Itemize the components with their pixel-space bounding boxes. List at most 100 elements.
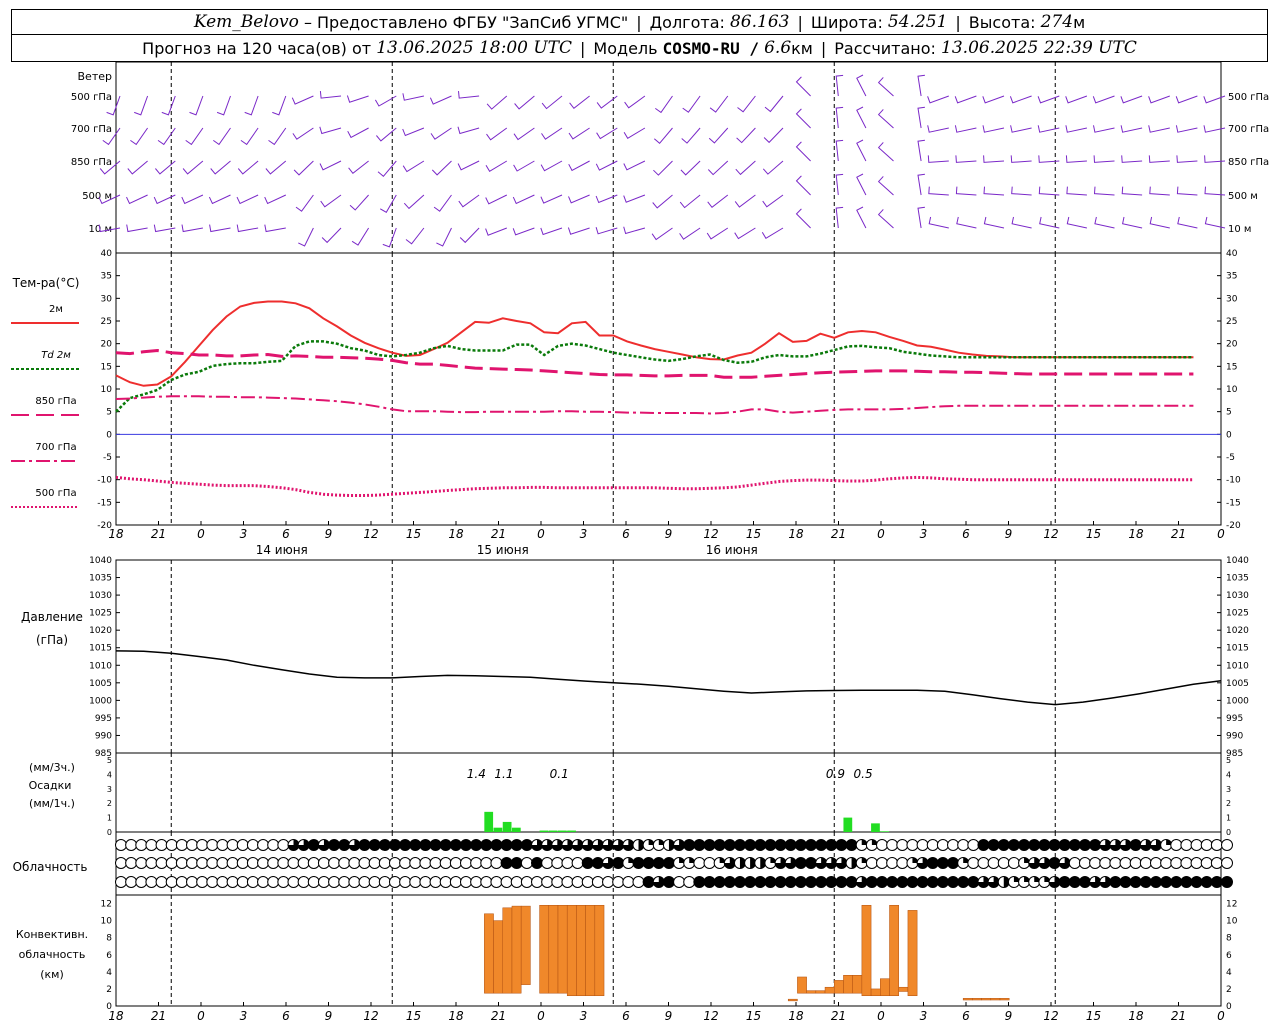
cloud-cover-circle [1109,857,1122,869]
cloud-cover-circle [693,857,706,869]
temp-ytick-left: 20 [101,340,113,350]
x-tick-label-bottom: 18 [448,1009,464,1023]
cloud-cover-circle [257,876,270,888]
cloud-cover-full [734,839,746,851]
wind-barb [1010,155,1032,163]
temp-ytick-left: 10 [101,385,113,395]
cloud-cover-circle [246,857,259,869]
x-tick-label: 21 [831,527,846,541]
conv-ytick-right: 8 [1226,934,1232,944]
wind-barb [376,127,397,142]
wind-barb [1149,216,1170,229]
cloud-cover-full [521,839,533,851]
cloud-cover-circle [531,876,544,888]
wind-barb [402,160,425,173]
legend-label-t2m: 2м [49,304,63,315]
wind-barb [709,95,729,113]
wind-barb [795,76,811,97]
cloud-cover-circle [236,876,249,888]
x-tick-label: 3 [580,527,588,541]
series-t700 [115,395,1194,415]
cloud-cover-full [998,839,1010,851]
cloud-cover-circle [257,857,270,869]
precip-bar [880,831,890,832]
wind-barb [835,74,844,97]
cloud-cover-circle [226,857,239,869]
wind-barb [403,194,425,210]
wind-barb [835,206,844,229]
cloud-cover-full [1120,876,1132,888]
convective-bar [990,998,1001,1001]
wind-barb [1204,155,1226,163]
wind-barb [737,95,756,113]
pressure-ytick-left: 1010 [89,661,112,671]
wind-barb [835,106,844,129]
cloud-cover-circle [1210,839,1223,851]
cloud-cover-circle [246,876,259,888]
cloud-cover-circle [896,839,909,851]
cloud-cover-circle [277,876,290,888]
wind-barb [485,227,507,236]
cloud-cover-circle [1170,857,1183,869]
cloud-cover-circle [459,876,472,888]
precip-label: 0.9 [826,767,845,781]
wind-barb [1011,186,1032,196]
x-tick-label: 18 [788,527,804,541]
cloud-cover-circle [906,839,919,851]
convective-bar [815,990,826,994]
cloud-cover-circle [957,839,970,851]
wind-barb [127,160,148,175]
wind-barb [655,95,673,114]
cloud-cover-circle [1139,857,1152,869]
wind-barb [1121,155,1143,163]
cloud-cover-full [1170,876,1182,888]
wind-barb [348,160,369,175]
cloud-cover-circle [186,876,199,888]
wind-barb [457,126,480,135]
cloud-cover-full [1059,876,1071,888]
temp-ytick-left: 40 [101,249,113,259]
wind-barb [856,106,867,129]
precip-ytick-right: 2 [1226,799,1231,808]
wind-barb [982,125,1005,133]
cloud-cover-full [815,876,827,888]
wind-barb [623,127,646,139]
wind-barb [761,227,784,239]
wind-barb [917,74,925,97]
cloud-cover-circle [490,857,503,869]
cloud-cover-circle [1200,857,1213,869]
wind-barb [402,93,425,101]
conv-ytick-left: 8 [106,934,112,944]
wind-barb [877,109,894,129]
cloud-cover-circle [186,839,199,851]
cloud-cover-full [450,839,462,851]
wind-barb [208,194,231,205]
wind-barb [319,91,342,99]
cloud-cover-circle [520,857,533,869]
cloud-cover-full [480,839,492,851]
wind-barb [213,127,231,146]
cloud-cover-full [1211,876,1223,888]
cloud-cover-circle [287,857,300,869]
wind-barb [955,186,977,196]
precip-ytick-right: 4 [1226,770,1231,779]
cloud-cover-circle [196,839,209,851]
cloud-cover-circle [307,857,320,869]
wind-barb [955,155,977,163]
cloud-cover-circle [216,857,229,869]
cloud-cover-circle [1149,857,1162,869]
pressure-ytick-right: 1010 [1226,661,1249,671]
wind-barb [1093,155,1115,163]
x-tick-label: 15 [746,527,761,541]
wind-barb [1039,216,1060,229]
wind-barb [1038,186,1060,196]
wind-barb [512,194,535,205]
x-tick-label: 18 [1128,527,1144,541]
convective-bar [962,998,973,1001]
cloud-cover-full [805,857,817,869]
cloud-cover-circle [115,876,127,888]
convective-bar [824,986,835,994]
cloud-cover-full [1049,839,1061,851]
precip-ytick-left: 1 [107,814,112,823]
cloud-cover-full [1191,876,1203,888]
